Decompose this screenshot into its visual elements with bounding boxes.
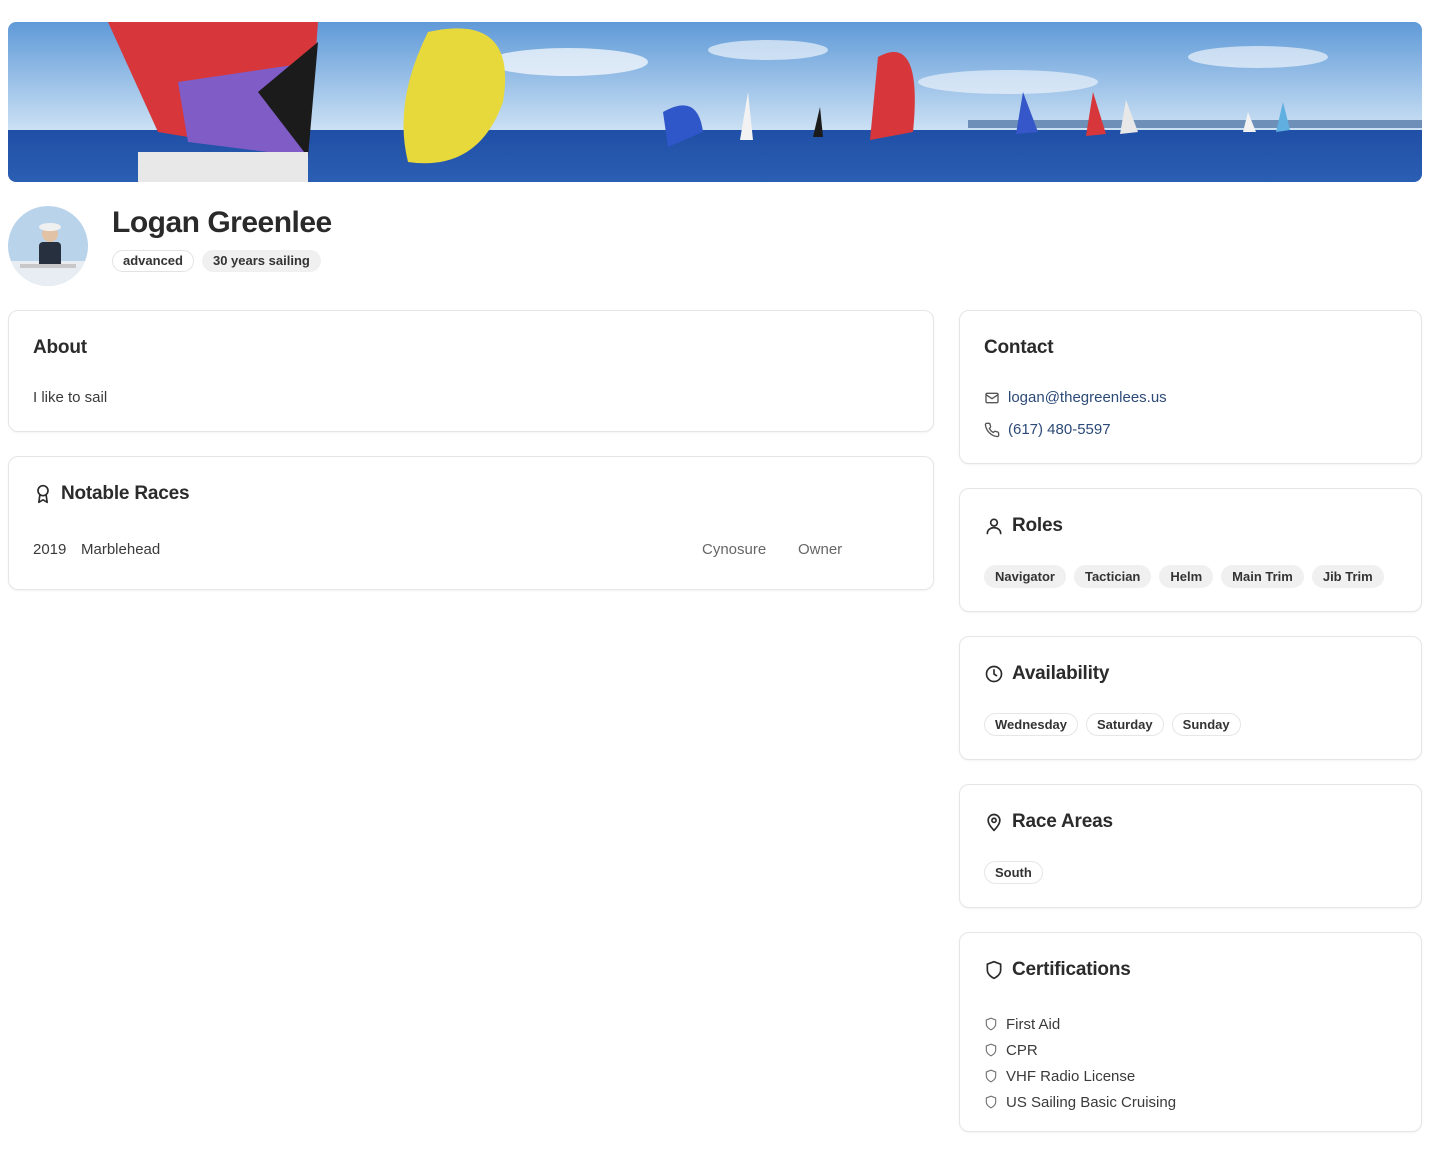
profile-badges: advanced 30 years sailing [112, 250, 321, 272]
race-area-chip: South [984, 861, 1043, 884]
list-item: CPR [984, 1037, 1176, 1063]
shield-icon [985, 1017, 997, 1031]
map-pin-icon [987, 813, 1001, 832]
availability-list: Wednesday Saturday Sunday [984, 713, 1241, 736]
phone-icon [984, 422, 1000, 437]
availability-card: Availability Wednesday Saturday Sunday [959, 636, 1422, 760]
sailboats-banner-image [8, 22, 1422, 182]
email-link[interactable]: logan@thegreenlees.us [984, 389, 1167, 406]
shield-icon [985, 1069, 997, 1083]
skill-level-badge: advanced [112, 250, 194, 272]
experience-badge: 30 years sailing [201, 250, 321, 272]
availability-chip: Sunday [1171, 713, 1241, 736]
list-item: First Aid [984, 1011, 1176, 1037]
roles-list: Navigator Tactician Helm Main Trim Jib T… [984, 565, 1384, 588]
race-areas-card: Race Areas South [959, 784, 1422, 908]
shield-icon [985, 1095, 997, 1109]
roles-title: Roles [984, 515, 1063, 537]
cover-banner [8, 22, 1422, 182]
clock-icon [985, 665, 1003, 683]
availability-chip: Wednesday [984, 713, 1079, 736]
profile-photo [8, 206, 88, 286]
role-chip: Jib Trim [1311, 565, 1384, 588]
about-card: About I like to sail [8, 310, 934, 432]
race-role: Owner [798, 541, 843, 558]
notable-races-title: Notable Races [33, 483, 190, 505]
certifications-card: Certifications First Aid CPR VHF Radio L… [959, 932, 1422, 1132]
roles-card: Roles Navigator Tactician Helm Main Trim… [959, 488, 1422, 612]
race-name: Marblehead [81, 541, 161, 558]
shield-icon [986, 960, 1002, 980]
certifications-title: Certifications [984, 959, 1131, 981]
availability-title: Availability [984, 663, 1109, 685]
shield-icon [985, 1043, 997, 1057]
list-item: US Sailing Basic Cruising [984, 1089, 1176, 1115]
role-chip: Tactician [1073, 565, 1152, 588]
role-chip: Helm [1159, 565, 1214, 588]
race-boat: Cynosure [702, 541, 767, 558]
contact-title: Contact [984, 337, 1054, 358]
user-icon [986, 518, 1002, 535]
availability-chip: Saturday [1086, 713, 1164, 736]
race-areas-title: Race Areas [984, 811, 1113, 833]
award-icon [37, 484, 49, 504]
role-chip: Main Trim [1221, 565, 1304, 588]
table-row: 2019 Marblehead Cynosure Owner [33, 541, 863, 561]
list-item: VHF Radio License [984, 1063, 1176, 1089]
phone-link[interactable]: (617) 480-5597 [984, 421, 1111, 438]
role-chip: Navigator [984, 565, 1066, 588]
about-text: I like to sail [33, 389, 108, 406]
about-title: About [33, 337, 87, 358]
avatar [8, 206, 88, 286]
mail-icon [985, 392, 999, 403]
contact-card: Contact logan@thegreenlees.us (617) 480-… [959, 310, 1422, 464]
certifications-list: First Aid CPR VHF Radio License US Saili… [984, 1011, 1176, 1115]
race-areas-list: South [984, 861, 1043, 884]
profile-name: Logan Greenlee [112, 206, 332, 239]
phone-text: (617) 480-5597 [1008, 421, 1111, 438]
email-text: logan@thegreenlees.us [1008, 389, 1167, 406]
race-year: 2019 [33, 541, 67, 558]
notable-races-card: Notable Races 2019 Marblehead Cynosure O… [8, 456, 934, 590]
